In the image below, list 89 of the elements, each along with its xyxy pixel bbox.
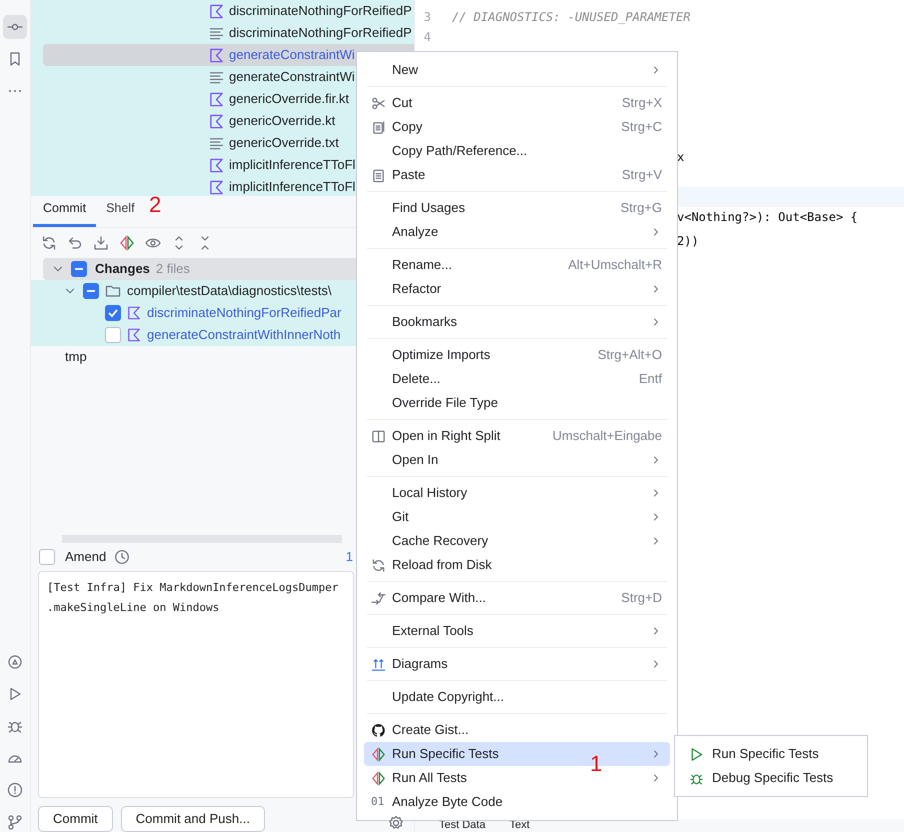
compare-icon [371, 590, 386, 606]
menu-item[interactable]: Cache Recovery [364, 529, 670, 553]
line-number: 4 [422, 29, 432, 46]
branch-icon[interactable] [7, 814, 23, 830]
menu-item[interactable]: Debug Specific Tests [675, 766, 867, 790]
menu-item[interactable]: Compare With... Strg+D [364, 586, 670, 610]
code-fragment: x [677, 149, 686, 166]
checkbox[interactable] [71, 261, 87, 277]
menu-item[interactable]: Optimize Imports Strg+Alt+O [364, 343, 670, 367]
menu-item[interactable]: Find Usages Strg+G [364, 196, 670, 220]
warning-icon[interactable] [7, 782, 23, 798]
settings-icon[interactable] [388, 815, 404, 831]
text-file-icon [209, 26, 224, 40]
menu-item[interactable]: Open in Right Split Umschalt+Eingabe [364, 424, 670, 448]
scissors-icon [371, 96, 386, 110]
history-icon[interactable] [114, 549, 130, 565]
menu-item[interactable]: Copy Strg+C [364, 115, 670, 139]
kotlin-file-icon [209, 4, 224, 18]
shortcut-label: Strg+V [622, 166, 662, 184]
shortcut-label: Entf [638, 370, 662, 388]
shortcut-label: Strg+G [620, 199, 662, 218]
commit-button[interactable]: Commit and Push... [120, 806, 265, 832]
panel-tab[interactable]: Shelf [96, 199, 145, 227]
annotation-number: 2 [149, 192, 162, 218]
menu-item[interactable]: Git [364, 505, 670, 529]
shortcut-label: Alt+Umschalt+R [568, 256, 662, 274]
checkbox[interactable] [83, 283, 99, 299]
commit-button[interactable]: Commit [38, 806, 113, 832]
shortcut-label: Strg+X [622, 94, 662, 112]
run-tests-icon [371, 746, 386, 762]
menu-item[interactable]: Update Copyright... [364, 685, 670, 709]
menu-item[interactable]: Analyze [364, 220, 670, 244]
text-file-icon [209, 136, 224, 150]
run-tests-icon [371, 770, 386, 786]
kotlin-file-icon [209, 180, 224, 194]
kotlin-file-icon [127, 306, 141, 320]
commit-message-field[interactable]: [Test Infra] Fix MarkdownInferenceLogsDumper .makeSingleLine on Windows [38, 571, 354, 798]
menu-item[interactable]: Local History [364, 481, 670, 505]
code-fragment: v<Nothing?>): Out<Base> { [677, 209, 858, 226]
checkbox[interactable] [39, 549, 55, 565]
run-icon [689, 746, 704, 762]
octocat-icon [371, 722, 386, 738]
kotlin-file-icon [127, 328, 141, 342]
menu-item[interactable]: Run Specific Tests [675, 742, 867, 766]
shortcut-label: Strg+C [621, 118, 662, 136]
copy-icon [371, 120, 386, 134]
menu-item[interactable]: Bookmarks [364, 310, 670, 334]
menu-item[interactable]: Create Gist... [364, 718, 670, 742]
panel-tab[interactable]: Commit [33, 199, 96, 227]
folder-icon [105, 283, 121, 299]
menu-item[interactable]: Delete... Entf [364, 367, 670, 391]
byte-code-icon: 01 [371, 794, 384, 810]
shortcut-label: Strg+Alt+O [598, 346, 662, 364]
shortcut-label: Umschalt+Eingabe [552, 427, 662, 446]
amend-label: Amend [65, 548, 106, 566]
menu-item[interactable]: 01 Analyze Byte Code [364, 790, 670, 814]
text-file-icon [209, 70, 224, 84]
menu-item[interactable]: Reload from Disk [364, 553, 670, 577]
refresh-icon[interactable] [41, 235, 57, 251]
reload-icon [371, 558, 386, 572]
code-line: // DIAGNOSTICS: -UNUSED_PARAMETER [452, 9, 690, 26]
kotlin-file-icon [209, 92, 224, 106]
kotlin-file-icon [209, 158, 224, 172]
menu-item[interactable]: Paste Strg+V [364, 163, 670, 187]
download-icon[interactable] [93, 235, 109, 251]
clipboard-icon [371, 168, 386, 182]
kotlin-file-icon [209, 114, 224, 128]
diagram-icon [371, 656, 386, 672]
tree-row[interactable]: discriminateNothingForReifiedP [43, 22, 414, 44]
diff-icon[interactable] [119, 235, 135, 251]
menu-item[interactable]: Open In [364, 448, 670, 472]
menu-item[interactable]: Refactor [364, 277, 670, 301]
file-count: 2 files [156, 260, 190, 278]
code-fragment: 2)) [677, 233, 700, 250]
shortcut-label: Strg+D [621, 589, 662, 608]
menu-item[interactable]: Diagrams [364, 652, 670, 676]
undo-icon[interactable] [67, 235, 83, 251]
tool-window-button[interactable] [3, 15, 27, 39]
tree-row[interactable]: discriminateNothingForReifiedP [43, 0, 414, 22]
menu-item[interactable]: Copy Path/Reference... [364, 139, 670, 163]
counter: 1 [346, 548, 353, 566]
split-view-icon [371, 428, 386, 444]
menu-item[interactable]: External Tools [364, 619, 670, 643]
checkbox[interactable] [105, 305, 121, 321]
kotlin-file-icon [209, 48, 224, 62]
line-number: 3 [422, 9, 432, 26]
checkbox[interactable] [105, 327, 121, 343]
menu-item[interactable]: Cut Strg+X [364, 91, 670, 115]
menu-item[interactable]: Override File Type [364, 391, 670, 415]
